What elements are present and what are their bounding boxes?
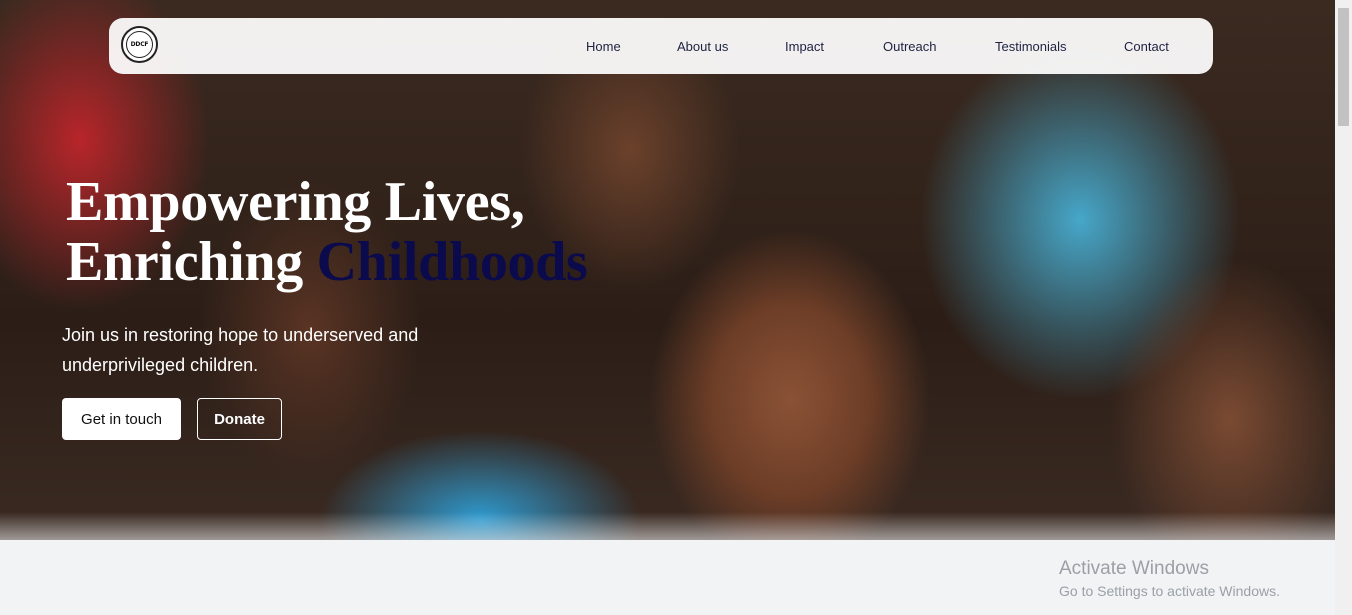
donate-button[interactable]: Donate [197,398,282,440]
headline-line-1: Empowering Lives, [66,171,525,233]
watermark-subtitle: Go to Settings to activate Windows. [1059,583,1280,599]
navbar: DDCF Home About us Impact Outreach Testi… [109,18,1213,74]
logo[interactable]: DDCF [121,26,158,63]
nav-impact[interactable]: Impact [785,39,824,54]
hero-section: DDCF Home About us Impact Outreach Testi… [0,0,1335,540]
nav-outreach[interactable]: Outreach [883,39,936,54]
hero-subtitle: Join us in restoring hope to underserved… [62,325,419,375]
hero-headline: Empowering Lives, Enriching Childhoods [66,172,588,292]
get-in-touch-button[interactable]: Get in touch [62,398,181,440]
nav-home[interactable]: Home [586,39,621,54]
scrollbar-thumb[interactable] [1338,8,1349,126]
vertical-scrollbar[interactable] [1335,0,1352,615]
logo-text: DDCF [126,31,153,58]
windows-activation-watermark: Activate Windows Go to Settings to activ… [1059,557,1280,601]
headline-accent: Childhoods [316,231,588,293]
watermark-title: Activate Windows [1059,558,1209,579]
nav-contact[interactable]: Contact [1124,39,1169,54]
headline-line-2-prefix: Enriching [66,231,317,293]
nav-testimonials[interactable]: Testimonials [995,39,1067,54]
nav-about-us[interactable]: About us [677,39,728,54]
